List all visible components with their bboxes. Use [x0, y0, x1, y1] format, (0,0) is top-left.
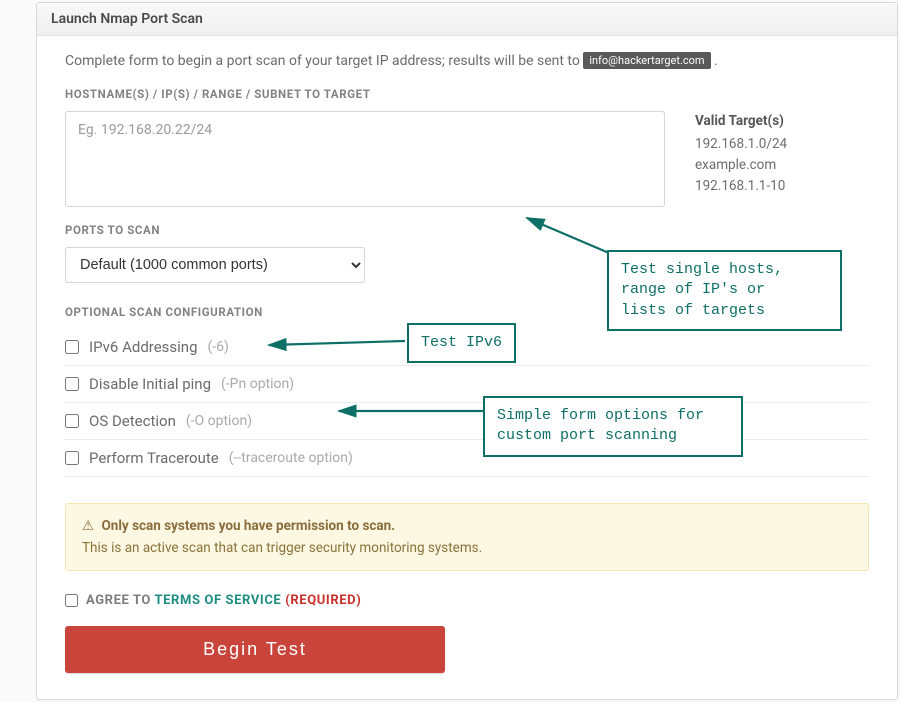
valid-targets-panel: Valid Target(s) 192.168.1.0/24 example.c… [695, 111, 787, 197]
alert-heading: Only scan systems you have permission to… [101, 518, 395, 534]
opt-os-checkbox[interactable] [65, 414, 79, 428]
email-badge: info@hackertarget.com [583, 52, 710, 69]
opt-os-label: OS Detection [89, 412, 176, 430]
callout-targets: Test single hosts, range of IP's or list… [607, 250, 842, 331]
valid-target-item: example.com [695, 155, 787, 176]
panel-body: Complete form to begin a port scan of yo… [37, 36, 897, 699]
opt-ipv6-checkbox[interactable] [65, 340, 79, 354]
ports-label: PORTS TO SCAN [65, 223, 869, 237]
opt-trace[interactable]: Perform Traceroute (--traceroute option) [65, 440, 869, 477]
target-label: HOSTNAME(S) / IP(S) / RANGE / SUBNET TO … [65, 87, 869, 101]
intro-before: Complete form to begin a port scan of yo… [65, 53, 583, 69]
opt-os[interactable]: OS Detection (-O option) [65, 403, 869, 440]
valid-target-item: 192.168.1.0/24 [695, 134, 787, 155]
opt-ipv6-note: (-6) [208, 339, 229, 355]
warning-icon: ⚠ [82, 518, 94, 534]
opt-trace-note: (--traceroute option) [229, 450, 353, 466]
opt-pn-label: Disable Initial ping [89, 375, 211, 393]
panel-title: Launch Nmap Port Scan [37, 3, 897, 36]
warning-alert: ⚠ Only scan systems you have permission … [65, 503, 869, 571]
opt-pn-note: (-Pn option) [221, 376, 294, 392]
opt-trace-checkbox[interactable] [65, 451, 79, 465]
opt-pn-checkbox[interactable] [65, 377, 79, 391]
valid-target-item: 192.168.1.1-10 [695, 176, 787, 197]
agree-prefix: AGREE TO [86, 593, 154, 608]
opt-os-note: (-O option) [186, 413, 252, 429]
intro-after: . [714, 53, 718, 69]
begin-test-button[interactable]: Begin Test [65, 626, 445, 673]
target-row: Valid Target(s) 192.168.1.0/24 example.c… [65, 111, 869, 207]
agree-checkbox[interactable] [65, 594, 78, 607]
opt-trace-label: Perform Traceroute [89, 449, 219, 467]
agree-row: AGREE TO TERMS OF SERVICE (REQUIRED) [65, 593, 869, 608]
callout-options: Simple form options for custom port scan… [483, 396, 743, 457]
agree-required: (REQUIRED) [285, 593, 361, 608]
alert-body: This is an active scan that can trigger … [82, 540, 852, 556]
port-scan-panel: Launch Nmap Port Scan Complete form to b… [36, 2, 898, 700]
ports-select[interactable]: Default (1000 common ports) [65, 247, 365, 283]
tos-link[interactable]: TERMS OF SERVICE [154, 593, 281, 608]
valid-targets-heading: Valid Target(s) [695, 111, 787, 132]
opt-ipv6-label: IPv6 Addressing [89, 338, 198, 356]
callout-ipv6: Test IPv6 [407, 323, 516, 363]
intro-text: Complete form to begin a port scan of yo… [65, 52, 869, 69]
opt-pn[interactable]: Disable Initial ping (-Pn option) [65, 366, 869, 403]
target-input[interactable] [65, 111, 665, 207]
